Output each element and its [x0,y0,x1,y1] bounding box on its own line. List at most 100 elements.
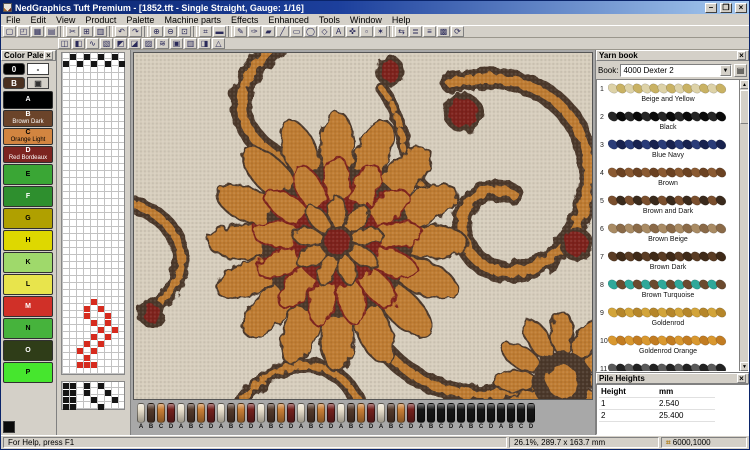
yarn-item[interactable]: 2Black [599,110,737,137]
grid-cell[interactable] [84,355,90,361]
grid-cell[interactable] [70,383,76,389]
yarn-strip-column[interactable]: A [417,403,425,431]
grid-cell[interactable] [91,397,97,403]
grid-cell[interactable] [63,390,69,396]
menu-palette[interactable]: Palette [121,14,159,26]
yarn-strip-column[interactable]: A [257,403,265,431]
grid-cell[interactable] [84,390,90,396]
new-icon[interactable]: ▢ [3,26,16,37]
zoom-in-icon[interactable]: ⊕ [150,26,163,37]
grid-cell[interactable] [98,306,104,312]
yarn-strip-column[interactable]: D [407,403,415,431]
grid-cell[interactable] [119,61,125,67]
grid-cell[interactable] [84,383,90,389]
minimize-button[interactable]: – [705,3,717,13]
grid-cell[interactable] [70,54,76,60]
grid-cell[interactable] [112,397,118,403]
scrollbar-thumb[interactable] [740,90,749,124]
grid-cell[interactable] [91,61,97,67]
yarn-strip-column[interactable]: D [487,403,495,431]
palette-color-h[interactable]: H [3,230,53,251]
yarn-strip-column[interactable]: A [137,403,145,431]
yarn-strip-column[interactable]: C [477,403,485,431]
yarn-strip-column[interactable]: D [367,403,375,431]
book-open-icon[interactable]: ▤ [734,64,747,77]
palette-view-icon[interactable]: ▩ [437,26,450,37]
yarn-strip-column[interactable]: A [217,403,225,431]
yarn-strip-column[interactable]: A [177,403,185,431]
background-color-chip[interactable]: B [3,77,25,89]
line-icon[interactable]: ╱ [276,26,289,37]
palette-color-k[interactable]: K [3,252,53,273]
transparent-color-chip[interactable]: 0 [3,63,25,75]
frames-icon[interactable]: ◧ [72,38,85,49]
grid-cell[interactable] [105,390,111,396]
grid-cell[interactable] [63,383,69,389]
tuft-pattern-grid[interactable] [61,52,125,375]
book-select[interactable]: 4000 Dexter 2 ▼ [620,64,732,77]
grid-cell[interactable] [77,362,83,368]
yarn-list-scrollbar[interactable]: ▲ ▼ [739,80,748,371]
yarn-strip-column[interactable]: C [317,403,325,431]
palette-color-b[interactable]: BBrown Dark [3,110,53,127]
refresh-icon[interactable]: ⟳ [451,26,464,37]
yarn-strip-column[interactable]: B [187,403,195,431]
palette-color-m[interactable]: M [3,296,53,317]
yarn-item[interactable]: 4Brown [599,166,737,193]
ruler-icon[interactable]: ▬ [213,26,226,37]
fill-icon[interactable]: ▰ [262,26,275,37]
yarn-strip-column[interactable]: D [447,403,455,431]
menu-product[interactable]: Product [80,14,121,26]
color-palette-close-icon[interactable]: × [44,51,53,60]
yarn-item[interactable]: 6Brown Beige [599,222,737,249]
yarn-strip-column[interactable]: C [237,403,245,431]
menu-tools[interactable]: Tools [314,14,345,26]
yarn-strip-column[interactable]: D [327,403,335,431]
scroll-up-icon[interactable]: ▲ [740,80,749,89]
grid-cell[interactable] [84,362,90,368]
yarn-strip-column[interactable]: B [347,403,355,431]
yarn-strip-column[interactable]: B [427,403,435,431]
yarn-strip-column[interactable]: B [507,403,515,431]
grid-cell[interactable] [98,327,104,333]
grid-cell[interactable] [98,383,104,389]
frame-assignment-grid[interactable] [61,381,125,410]
pile-heights-close-icon[interactable]: × [737,374,746,383]
grid-cell[interactable] [91,334,97,340]
yarn-strip-column[interactable]: A [377,403,385,431]
yarn-strip-column[interactable]: C [197,403,205,431]
yarn-strip-column[interactable]: B [227,403,235,431]
yarn-strip-column[interactable]: B [267,403,275,431]
grid-cell[interactable] [70,390,76,396]
grid-cell[interactable] [112,327,118,333]
cut-icon[interactable]: ✂ [66,26,79,37]
palette-color-g[interactable]: G [3,208,53,229]
loop-icon[interactable]: ◩ [114,38,127,49]
grid-cell[interactable] [70,404,76,410]
palette-lock-icon[interactable]: ▣ [27,77,49,89]
pattern-repeat-icon[interactable]: ≋ [156,38,169,49]
palette-color-l[interactable]: L [3,274,53,295]
yarn-item[interactable]: 8Brown Turquoise [599,278,737,305]
redo-icon[interactable]: ↷ [129,26,142,37]
magic-wand-icon[interactable]: ✶ [374,26,387,37]
yarn-strip-column[interactable]: C [517,403,525,431]
palette-color-a[interactable]: A [3,91,53,109]
pencil-icon[interactable]: ✎ [234,26,247,37]
ellipse-icon[interactable]: ◯ [304,26,317,37]
grid-cell[interactable] [98,341,104,347]
settings-icon[interactable]: △ [212,38,225,49]
menu-window[interactable]: Window [345,14,387,26]
yarn-strip-column[interactable]: A [457,403,465,431]
rectangle-icon[interactable]: ▭ [290,26,303,37]
yarn-strip-column[interactable]: C [157,403,165,431]
palette-color-d[interactable]: DRed Bordeaux [3,146,53,163]
mirror-icon[interactable]: ⇆ [395,26,408,37]
no-color-chip[interactable]: - [27,63,49,75]
yarn-book-close-icon[interactable]: × [737,51,746,60]
palette-color-p[interactable]: P [3,362,53,383]
yarn-strip-column[interactable]: D [207,403,215,431]
yarn-item[interactable]: 7Brown Dark [599,250,737,277]
grid-cell[interactable] [77,348,83,354]
text-icon[interactable]: A [332,26,345,37]
